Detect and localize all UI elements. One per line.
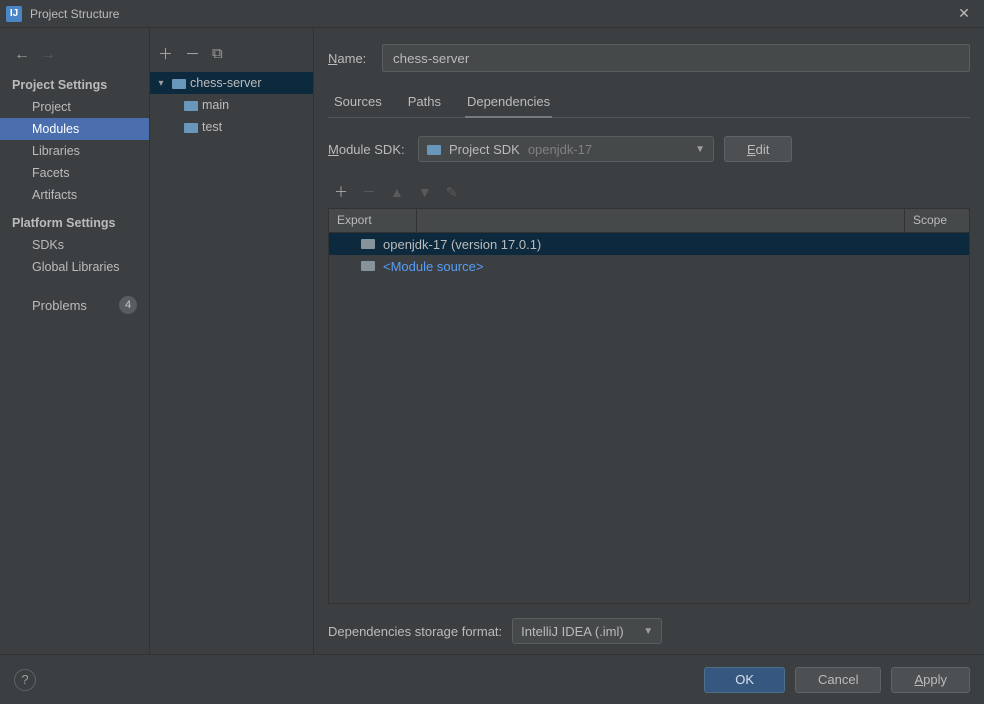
tree-child-label: main — [202, 98, 229, 112]
module-folder-icon — [184, 121, 198, 133]
module-name-input[interactable] — [382, 44, 970, 72]
sdk-folder-icon — [427, 143, 441, 155]
sidebar-item-libraries[interactable]: Libraries — [0, 140, 149, 162]
tab-dependencies[interactable]: Dependencies — [465, 88, 552, 117]
help-icon[interactable]: ? — [14, 669, 36, 691]
dependencies-table: Export Scope openjdk-17 (version 17.0.1)… — [328, 208, 970, 604]
problems-count-badge: 4 — [119, 296, 137, 314]
move-up-icon: ▲ — [390, 184, 404, 200]
tree-node-root[interactable]: ▾ chess-server — [150, 72, 313, 94]
library-folder-icon — [361, 238, 375, 250]
sidebar-item-artifacts[interactable]: Artifacts — [0, 184, 149, 206]
remove-icon[interactable]: － — [185, 43, 200, 64]
tree-node-main[interactable]: main — [150, 94, 313, 116]
edit-dependency-icon: ✎ — [446, 184, 458, 201]
ok-button[interactable]: OK — [704, 667, 785, 693]
dependencies-toolbar: ＋ － ▲ ▼ ✎ — [328, 178, 970, 208]
col-spacer — [417, 209, 905, 232]
chevron-down-icon: ▼ — [643, 626, 653, 637]
dialog-footer: ? OK Cancel Apply — [0, 654, 984, 704]
copy-icon[interactable]: ⧉ — [212, 45, 223, 62]
modules-tree-panel: ＋ － ⧉ ▾ chess-server main test — [150, 28, 314, 654]
module-folder-icon — [184, 99, 198, 111]
remove-dependency-icon: － — [362, 182, 376, 202]
sidebar-item-global-libraries[interactable]: Global Libraries — [0, 256, 149, 278]
source-folder-icon — [361, 260, 375, 272]
app-icon: IJ — [6, 6, 22, 22]
section-platform-settings: Platform Settings — [0, 212, 149, 234]
sidebar-item-problems[interactable]: Problems 4 — [0, 292, 149, 318]
sidebar-item-modules[interactable]: Modules — [0, 118, 149, 140]
dependency-row[interactable]: <Module source> — [329, 255, 969, 277]
sidebar-item-sdks[interactable]: SDKs — [0, 234, 149, 256]
name-label: Name: — [328, 51, 370, 66]
close-icon[interactable]: ✕ — [950, 5, 978, 22]
storage-value: IntelliJ IDEA (.iml) — [521, 624, 624, 639]
problems-label: Problems — [32, 298, 119, 313]
cancel-button[interactable]: Cancel — [795, 667, 881, 693]
col-scope[interactable]: Scope — [905, 209, 969, 232]
storage-format-combo[interactable]: IntelliJ IDEA (.iml) ▼ — [512, 618, 662, 644]
dependency-row[interactable]: openjdk-17 (version 17.0.1) — [329, 233, 969, 255]
move-down-icon: ▼ — [418, 184, 432, 200]
dependency-label: openjdk-17 (version 17.0.1) — [383, 237, 541, 252]
storage-format-label: Dependencies storage format: — [328, 624, 502, 639]
module-sdk-label: Module SDK: — [328, 142, 408, 157]
module-sdk-combo[interactable]: Project SDK openjdk-17 ▼ — [418, 136, 714, 162]
tree-root-label: chess-server — [190, 76, 262, 90]
settings-sidebar: ← → Project Settings Project Modules Lib… — [0, 28, 150, 654]
nav-forward-icon: → — [40, 46, 56, 64]
chevron-down-icon: ▼ — [695, 144, 705, 155]
tree-node-test[interactable]: test — [150, 116, 313, 138]
col-export[interactable]: Export — [329, 209, 417, 232]
tab-sources[interactable]: Sources — [332, 88, 384, 117]
nav-back-icon[interactable]: ← — [14, 46, 30, 64]
add-dependency-icon[interactable]: ＋ — [334, 182, 348, 202]
sidebar-item-facets[interactable]: Facets — [0, 162, 149, 184]
sdk-prefix: Project SDK — [449, 142, 520, 157]
sidebar-item-project[interactable]: Project — [0, 96, 149, 118]
window-title: Project Structure — [30, 7, 950, 21]
tree-child-label: test — [202, 120, 222, 134]
tab-paths[interactable]: Paths — [406, 88, 443, 117]
module-details-panel: Name: Sources Paths Dependencies Module … — [314, 28, 984, 654]
titlebar: IJ Project Structure ✕ — [0, 0, 984, 28]
edit-sdk-button[interactable]: Edit — [724, 136, 792, 162]
module-tabs: Sources Paths Dependencies — [328, 88, 970, 118]
apply-button[interactable]: Apply — [891, 667, 970, 693]
module-folder-icon — [172, 77, 186, 89]
section-project-settings: Project Settings — [0, 74, 149, 96]
add-icon[interactable]: ＋ — [158, 43, 173, 64]
dependency-label: <Module source> — [383, 259, 483, 274]
sdk-value: openjdk-17 — [528, 142, 592, 157]
chevron-down-icon[interactable]: ▾ — [154, 78, 168, 89]
